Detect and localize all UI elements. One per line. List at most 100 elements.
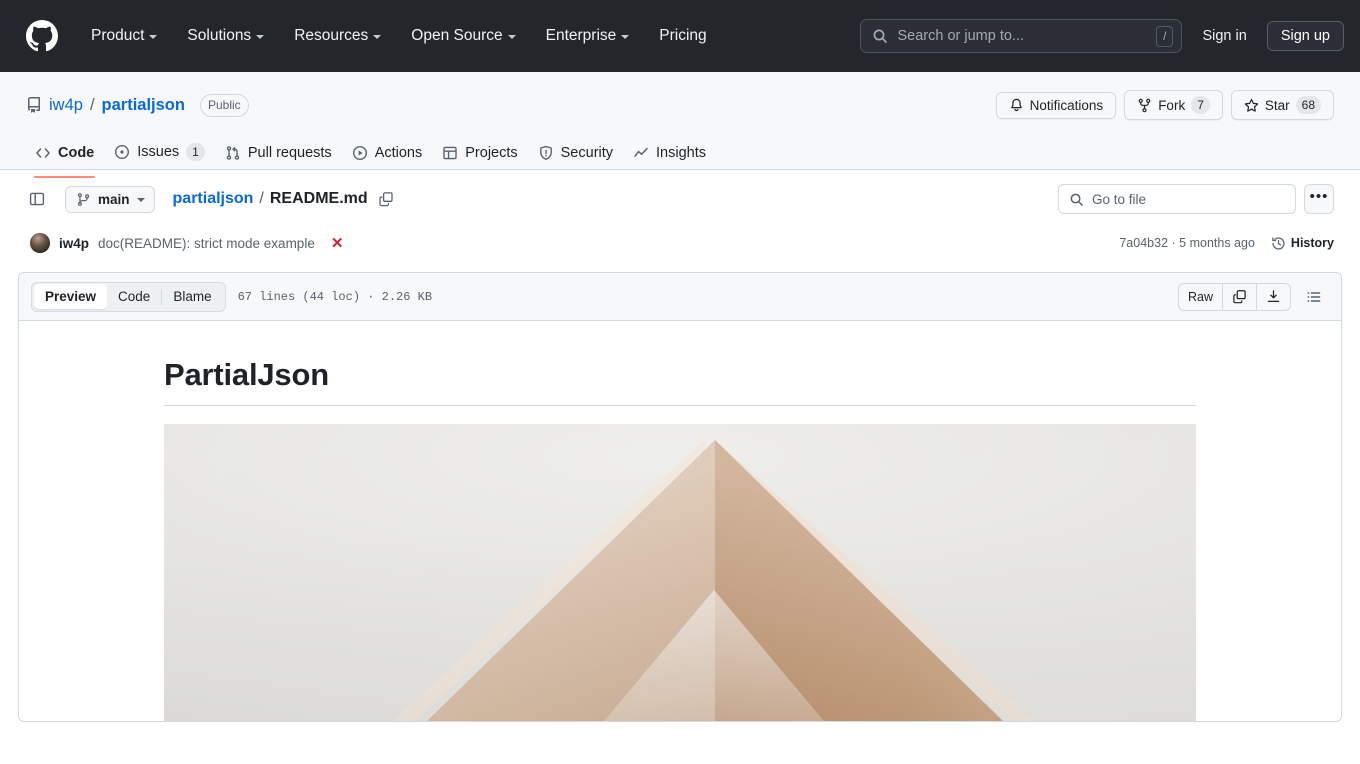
star-count: 68 xyxy=(1295,96,1321,114)
tab-pull-requests[interactable]: Pull requests xyxy=(216,138,341,169)
star-icon xyxy=(1244,98,1259,113)
commit-meta-separator: · xyxy=(1171,236,1176,250)
raw-button[interactable]: Raw xyxy=(1179,284,1222,310)
branch-selector[interactable]: main xyxy=(65,185,155,213)
commit-author[interactable]: iw4p xyxy=(59,236,89,251)
list-unordered-icon[interactable] xyxy=(1299,282,1329,312)
repo-owner-link[interactable]: iw4p xyxy=(49,96,83,115)
breadcrumb-root[interactable]: partialjson xyxy=(173,190,254,208)
nav-item-product[interactable]: Product xyxy=(76,19,172,53)
breadcrumb-current-file: README.md xyxy=(269,190,368,207)
commit-meta-group: 7a04b32 · 5 months ago History xyxy=(1119,236,1334,251)
readme-content: PartialJson xyxy=(164,357,1196,721)
go-to-file-input[interactable]: Go to file xyxy=(1058,184,1296,214)
commit-sha[interactable]: 7a04b32 xyxy=(1119,236,1168,250)
repository-header: iw4p / partialjson Public Notifications xyxy=(0,72,1360,178)
file-navigation: main partialjson / README.md Go to file … xyxy=(0,170,1360,224)
visibility-badge: Public xyxy=(199,93,249,117)
copy-icon[interactable] xyxy=(1222,283,1256,310)
segment-blame[interactable]: Blame xyxy=(162,284,222,309)
branch-name: main xyxy=(98,191,130,207)
copy-icon[interactable] xyxy=(378,191,394,207)
chevron-down-icon xyxy=(256,35,265,39)
tab-label: Projects xyxy=(465,145,518,161)
repo-forked-icon xyxy=(1137,98,1152,113)
play-icon xyxy=(352,145,368,161)
tab-label: Actions xyxy=(374,145,423,161)
kebab-horizontal-icon[interactable]: ••• xyxy=(1304,184,1334,214)
fork-count: 7 xyxy=(1191,96,1210,114)
tab-insights[interactable]: Insights xyxy=(624,138,715,169)
nav-item-resources[interactable]: Resources xyxy=(279,19,396,53)
global-nav: Product Solutions Resources Open Source … xyxy=(76,19,722,53)
global-header-right: Search or jump to... / Sign in Sign up xyxy=(860,19,1344,53)
search-input[interactable]: Search or jump to... / xyxy=(860,19,1183,53)
file-navigation-right: Go to file ••• xyxy=(1058,184,1334,214)
view-mode-switcher: Preview Code Blame xyxy=(31,281,226,312)
file-header-actions: Raw xyxy=(1177,282,1329,312)
sign-up-button[interactable]: Sign up xyxy=(1266,21,1344,51)
download-icon[interactable] xyxy=(1256,283,1290,310)
nav-item-open-source[interactable]: Open Source xyxy=(396,19,530,53)
history-icon xyxy=(1271,236,1286,251)
table-icon xyxy=(442,145,458,161)
tab-code[interactable]: Code xyxy=(26,138,103,178)
tab-label: Pull requests xyxy=(247,145,332,161)
repository-title: iw4p / partialjson Public xyxy=(26,93,249,117)
search-placeholder: Search or jump to... xyxy=(897,28,1024,44)
graph-icon xyxy=(633,145,649,161)
file-stats: 67 lines (44 loc) · 2.26 KB xyxy=(237,289,433,304)
git-branch-icon xyxy=(76,192,91,207)
git-pull-request-icon xyxy=(225,145,241,161)
commit-message[interactable]: doc(README): strict mode example xyxy=(98,236,315,251)
file-action-group: Raw xyxy=(1177,282,1291,311)
history-button[interactable]: History xyxy=(1271,236,1334,251)
notifications-label: Notifications xyxy=(1029,97,1104,113)
bell-icon xyxy=(1009,98,1024,113)
issues-count: 1 xyxy=(186,143,205,161)
nav-item-label: Solutions xyxy=(187,27,252,44)
repo-name-link[interactable]: partialjson xyxy=(102,96,185,115)
nav-item-label: Enterprise xyxy=(545,27,617,44)
history-label: History xyxy=(1290,236,1334,250)
chevron-down-icon xyxy=(621,35,630,39)
nav-item-label: Product xyxy=(91,27,145,44)
page-title: PartialJson xyxy=(164,357,1196,406)
repo-icon xyxy=(26,97,42,113)
sidebar-expand-icon[interactable] xyxy=(22,184,52,214)
tab-security[interactable]: Security xyxy=(529,138,622,169)
notifications-button[interactable]: Notifications xyxy=(995,91,1117,119)
commit-meta: 7a04b32 · 5 months ago xyxy=(1119,236,1255,250)
avatar[interactable] xyxy=(30,233,50,253)
code-icon xyxy=(35,145,51,161)
fork-label: Fork xyxy=(1158,97,1186,113)
file-content-panel: Preview Code Blame 67 lines (44 loc) · 2… xyxy=(18,272,1342,722)
breadcrumb: partialjson / README.md xyxy=(173,190,394,208)
star-label: Star xyxy=(1264,97,1290,113)
x-failed-icon[interactable]: ✕ xyxy=(331,236,344,251)
github-mark-icon[interactable] xyxy=(26,20,58,52)
sign-in-button[interactable]: Sign in xyxy=(1198,22,1250,50)
nav-item-label: Resources xyxy=(294,27,369,44)
fork-button[interactable]: Fork 7 xyxy=(1124,90,1223,120)
segment-preview[interactable]: Preview xyxy=(34,284,108,309)
repository-title-row: iw4p / partialjson Public Notifications xyxy=(26,88,1334,122)
nav-item-solutions[interactable]: Solutions xyxy=(172,19,279,53)
search-shortcut-key: / xyxy=(1156,25,1174,47)
global-header: Product Solutions Resources Open Source … xyxy=(0,0,1360,72)
tab-label: Insights xyxy=(656,145,707,161)
tab-label: Security xyxy=(560,145,614,161)
readme-image xyxy=(164,424,1196,721)
tab-issues[interactable]: Issues 1 xyxy=(105,136,214,169)
commit-time: 5 months ago xyxy=(1179,236,1255,250)
tab-projects[interactable]: Projects xyxy=(433,138,526,169)
tab-label: Issues xyxy=(137,144,180,160)
chevron-down-icon xyxy=(136,198,145,202)
segment-code[interactable]: Code xyxy=(107,284,161,309)
tab-actions[interactable]: Actions xyxy=(343,138,432,169)
readme-preview: PartialJson xyxy=(19,321,1341,721)
nav-item-enterprise[interactable]: Enterprise xyxy=(531,19,645,53)
go-to-file-placeholder: Go to file xyxy=(1092,191,1147,207)
nav-item-pricing[interactable]: Pricing xyxy=(644,19,721,53)
star-button[interactable]: Star 68 xyxy=(1230,90,1334,120)
